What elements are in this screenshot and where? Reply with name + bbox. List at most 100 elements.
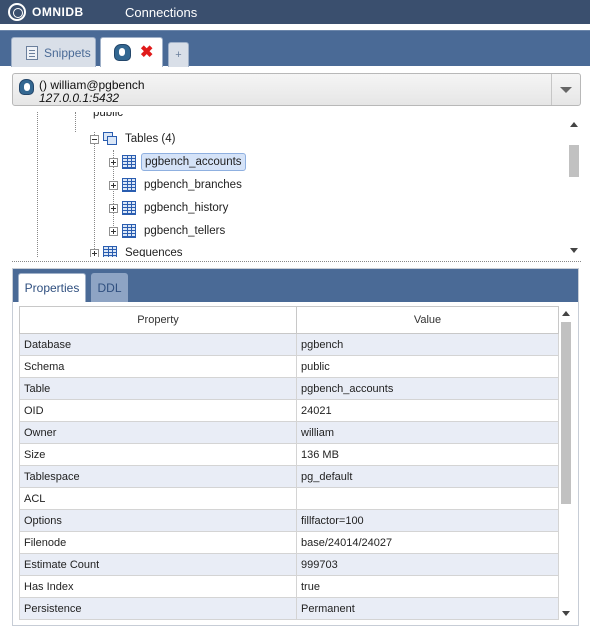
- property-cell: ACL: [19, 487, 297, 510]
- tab-properties[interactable]: Properties: [18, 273, 86, 302]
- table-row[interactable]: Table pgbench_accounts: [19, 377, 559, 400]
- tree-node-public[interactable]: public: [90, 112, 126, 123]
- property-cell: Has Index: [19, 575, 297, 598]
- table-row[interactable]: Filenode base/24014/24027: [19, 531, 559, 554]
- postgresql-icon: [19, 79, 34, 95]
- connection-name: () william@pgbench: [39, 78, 145, 92]
- tab-snippets-label: Snippets: [44, 45, 91, 60]
- tables-folder-icon: [103, 132, 118, 146]
- tree-node-label: Sequences: [125, 247, 183, 257]
- property-cell: Options: [19, 509, 297, 532]
- properties-panel: Properties DDL Property Value Database pg…: [12, 268, 579, 626]
- value-cell: base/24014/24027: [296, 531, 559, 554]
- table-row[interactable]: Options fillfactor=100: [19, 509, 559, 532]
- tree-guide-line: [75, 112, 76, 132]
- table-row[interactable]: Schema public: [19, 355, 559, 378]
- scroll-down-icon[interactable]: [570, 248, 578, 253]
- property-cell: OID: [19, 399, 297, 422]
- tree-node-label: pgbench_accounts: [141, 153, 246, 171]
- value-cell: william: [296, 421, 559, 444]
- connections-link[interactable]: Connections: [125, 5, 197, 20]
- property-cell: Table: [19, 377, 297, 400]
- expand-icon[interactable]: [90, 248, 99, 257]
- properties-grid[interactable]: Property Value Database pgbench Schema pub…: [19, 306, 573, 620]
- scroll-thumb[interactable]: [569, 145, 579, 177]
- object-tree[interactable]: public Tables (4) pgbench_accounts pgben…: [12, 112, 581, 257]
- tab-ddl[interactable]: DDL: [91, 273, 128, 302]
- property-cell: Persistence: [19, 597, 297, 620]
- tree-node-table[interactable]: pgbench_tellers: [109, 221, 228, 241]
- collapse-icon[interactable]: [90, 134, 99, 144]
- scroll-up-icon[interactable]: [562, 311, 570, 316]
- value-cell: pgbench: [296, 333, 559, 356]
- table-icon: [122, 155, 136, 169]
- table-icon: [122, 201, 136, 215]
- property-cell: Estimate Count: [19, 553, 297, 576]
- value-cell: 136 MB: [296, 443, 559, 466]
- tree-node-sequences[interactable]: Sequences: [90, 243, 186, 257]
- value-cell: pg_default: [296, 465, 559, 488]
- expand-icon[interactable]: [109, 157, 118, 167]
- value-cell: fillfactor=100: [296, 509, 559, 532]
- table-row[interactable]: Has Index true: [19, 575, 559, 598]
- workspace-tab-strip: Snippets ✖ +: [0, 30, 590, 67]
- scroll-down-icon[interactable]: [562, 611, 570, 616]
- connection-host: 127.0.0.1:5432: [39, 91, 120, 105]
- tree-guide-line: [94, 132, 95, 257]
- close-tab-icon[interactable]: ✖: [140, 44, 153, 61]
- tab-snippets[interactable]: Snippets: [11, 37, 96, 67]
- sequence-icon: [103, 246, 117, 257]
- table-row[interactable]: Persistence Permanent: [19, 597, 559, 620]
- app-name: OMNIDB: [32, 5, 84, 19]
- tree-node-label: pgbench_history: [144, 202, 229, 214]
- tree-guide-line: [37, 112, 38, 257]
- splitter[interactable]: [12, 261, 581, 262]
- scroll-thumb[interactable]: [561, 322, 571, 504]
- value-cell: 999703: [296, 553, 559, 576]
- top-bar: OMNIDB Connections: [0, 0, 590, 24]
- table-row[interactable]: Size 136 MB: [19, 443, 559, 466]
- column-header-property[interactable]: Property: [19, 306, 297, 334]
- expand-icon[interactable]: [109, 226, 118, 236]
- omnidb-logo-icon: [8, 3, 26, 21]
- table-icon: [122, 224, 136, 238]
- table-row[interactable]: ACL: [19, 487, 559, 510]
- expand-icon[interactable]: [109, 203, 118, 213]
- value-cell: 24021: [296, 399, 559, 422]
- tree-node-label: pgbench_tellers: [144, 225, 226, 237]
- property-cell: Schema: [19, 355, 297, 378]
- value-cell: true: [296, 575, 559, 598]
- connection-select[interactable]: () william@pgbench 127.0.0.1:5432: [12, 73, 581, 106]
- tree-node-label: Tables (4): [125, 133, 176, 145]
- tree-node-table[interactable]: pgbench_branches: [109, 175, 245, 195]
- value-cell: [296, 487, 559, 510]
- tree-node-label: public: [93, 112, 124, 119]
- value-cell: pgbench_accounts: [296, 377, 559, 400]
- tree-node-table[interactable]: pgbench_history: [109, 198, 231, 218]
- column-header-value[interactable]: Value: [296, 306, 559, 334]
- table-row[interactable]: Owner william: [19, 421, 559, 444]
- table-row[interactable]: OID 24021: [19, 399, 559, 422]
- panel-tab-bar: Properties DDL: [13, 269, 578, 302]
- select-divider: [551, 74, 552, 105]
- postgresql-icon: [114, 44, 131, 61]
- table-row[interactable]: Tablespace pg_default: [19, 465, 559, 488]
- property-cell: Filenode: [19, 531, 297, 554]
- add-tab-button[interactable]: +: [168, 42, 189, 67]
- tree-node-table[interactable]: pgbench_accounts: [109, 152, 246, 172]
- tree-node-label: pgbench_branches: [144, 179, 242, 191]
- tab-database[interactable]: ✖: [100, 37, 163, 67]
- table-row[interactable]: Database pgbench: [19, 333, 559, 356]
- scroll-up-icon[interactable]: [570, 122, 578, 127]
- grid-scrollbar[interactable]: [559, 306, 573, 620]
- expand-icon[interactable]: [109, 180, 118, 190]
- property-cell: Database: [19, 333, 297, 356]
- value-cell: public: [296, 355, 559, 378]
- table-row[interactable]: Estimate Count 999703: [19, 553, 559, 576]
- omnidb-logo[interactable]: OMNIDB: [8, 3, 108, 21]
- snippet-document-icon: [26, 45, 38, 60]
- tree-scrollbar[interactable]: [567, 118, 581, 257]
- chevron-down-icon[interactable]: [560, 87, 572, 93]
- property-cell: Owner: [19, 421, 297, 444]
- tree-node-tables[interactable]: Tables (4): [90, 129, 179, 149]
